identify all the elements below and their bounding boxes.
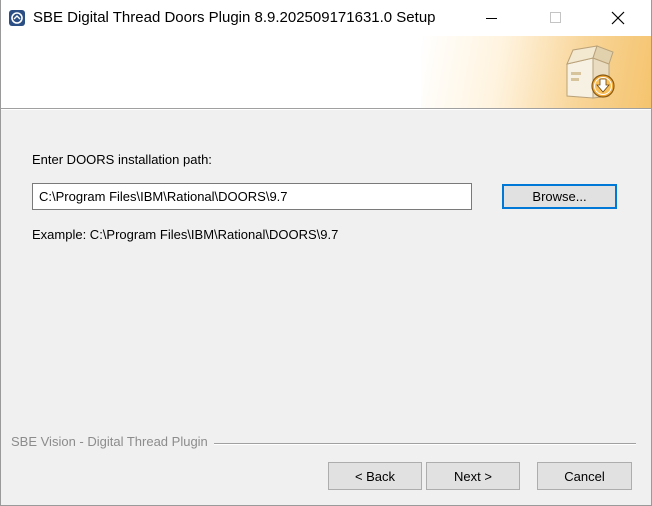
setup-window: SBE Digital Thread Doors Plugin 8.9.2025… <box>0 0 652 506</box>
header-banner <box>1 36 651 108</box>
close-icon <box>611 11 625 25</box>
example-text: Example: C:\Program Files\IBM\Rational\D… <box>32 227 339 242</box>
back-button[interactable]: < Back <box>328 462 422 490</box>
maximize-button[interactable] <box>533 0 579 36</box>
window-title: SBE Digital Thread Doors Plugin 8.9.2025… <box>33 9 436 26</box>
close-button[interactable] <box>595 0 641 36</box>
header-divider <box>1 108 651 110</box>
cancel-button[interactable]: Cancel <box>537 462 632 490</box>
path-label: Enter DOORS installation path: <box>32 152 212 167</box>
install-path-input[interactable] <box>32 183 472 210</box>
browse-button[interactable]: Browse... <box>502 184 617 209</box>
minimize-button[interactable] <box>469 0 515 36</box>
title-bar[interactable]: SBE Digital Thread Doors Plugin 8.9.2025… <box>1 0 651 36</box>
minimize-icon <box>486 18 497 19</box>
next-button[interactable]: Next > <box>426 462 520 490</box>
app-icon <box>9 10 25 26</box>
maximize-icon <box>550 12 561 23</box>
installer-box-icon <box>559 42 619 102</box>
branding-text: SBE Vision - Digital Thread Plugin <box>11 434 214 449</box>
